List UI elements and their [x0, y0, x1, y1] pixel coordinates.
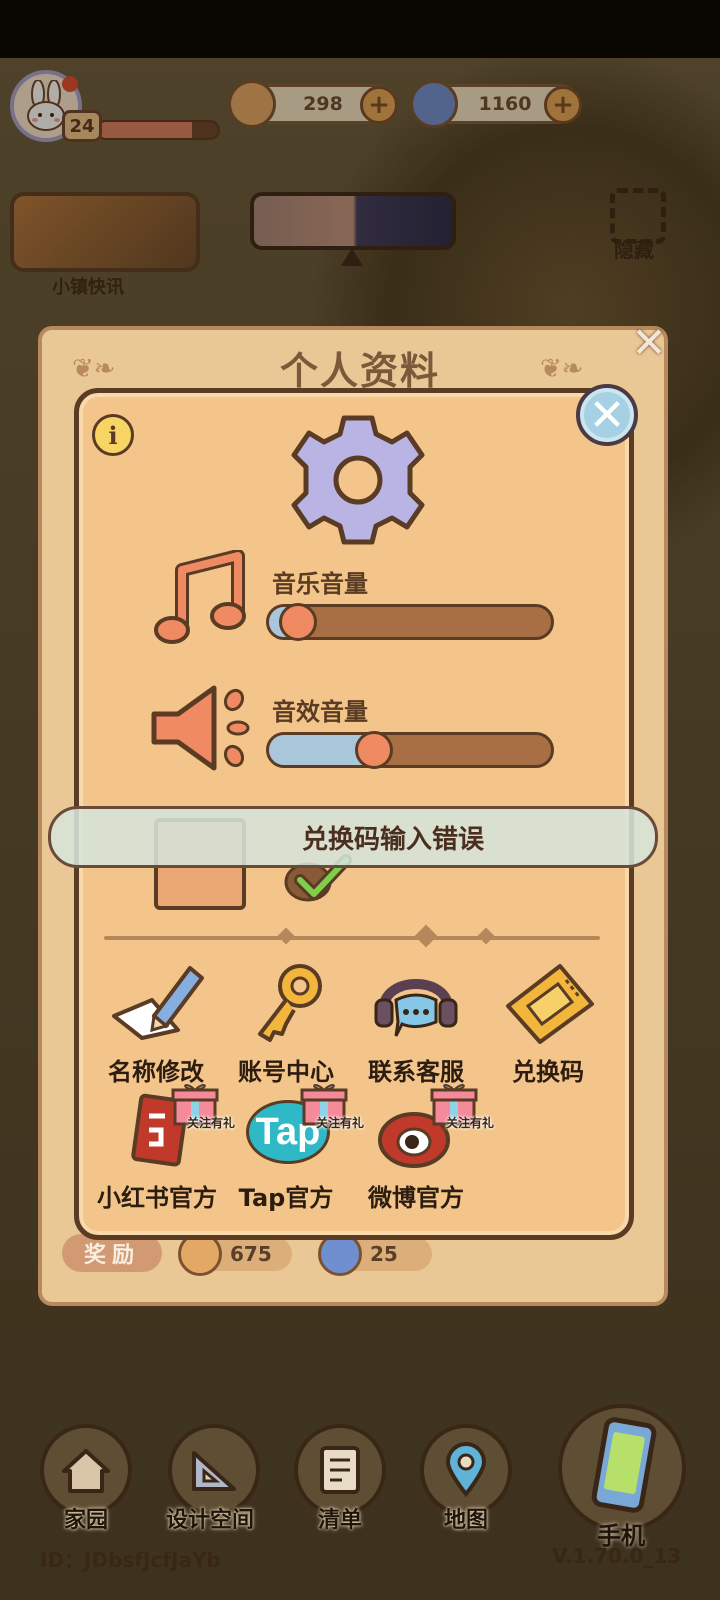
- player-id: ID：JDbsfJcfJaYb: [40, 1548, 221, 1572]
- error-toast: 兑换码输入错误: [48, 806, 658, 868]
- weibo-logo: 关注有礼: [368, 1084, 494, 1174]
- tap-logo: Tap 关注有礼: [238, 1084, 364, 1174]
- customer-service-button[interactable]: 联系客服: [356, 960, 476, 1087]
- checklist-icon: [320, 1446, 360, 1494]
- speaker-icon: [151, 685, 250, 771]
- xiaohongshu-logo: 关注有礼: [109, 1084, 235, 1174]
- profile-close-button[interactable]: ✕: [630, 322, 668, 364]
- nav-phone-button[interactable]: [558, 1404, 686, 1532]
- key-icon: [258, 964, 322, 1042]
- nav-map-label: 地图: [444, 1508, 489, 1533]
- rename-button[interactable]: 名称修改: [96, 960, 216, 1087]
- account-center-button[interactable]: 账号中心: [226, 960, 346, 1087]
- tap-label: Tap官方: [238, 1184, 334, 1212]
- music-volume-knob[interactable]: [278, 603, 317, 641]
- sfx-volume-knob[interactable]: [355, 731, 394, 769]
- version-label: V.1.70.0_13: [552, 1544, 682, 1568]
- toast-message: 兑换码输入错误: [301, 824, 484, 855]
- section-divider: [104, 936, 600, 940]
- music-note-icon: [154, 550, 246, 644]
- follow-gift-tag: 关注有礼: [445, 1116, 494, 1130]
- phone-icon: [591, 1417, 657, 1513]
- headset-icon: [374, 979, 458, 1037]
- weibo-label: 微博官方: [368, 1184, 464, 1212]
- weibo-official-button[interactable]: 关注有礼 微博官方: [356, 1084, 494, 1213]
- house-icon: [62, 1449, 110, 1493]
- nav-home-label: 家园: [64, 1508, 109, 1533]
- tap-official-button[interactable]: Tap 关注有礼 Tap官方: [226, 1084, 364, 1213]
- pencil-icon: [112, 966, 204, 1040]
- redeem-code-button[interactable]: 兑换码: [488, 960, 608, 1087]
- sfx-volume-label: 音效音量: [272, 698, 368, 726]
- sfx-volume-fill: [269, 735, 363, 765]
- info-button[interactable]: i: [92, 414, 134, 456]
- music-volume-slider[interactable]: [266, 603, 554, 641]
- sfx-volume-slider[interactable]: [266, 731, 554, 769]
- nav-list-label: 清单: [318, 1508, 363, 1533]
- map-pin-icon: [445, 1442, 487, 1498]
- xiaohongshu-label: 小红书官方: [97, 1184, 217, 1212]
- ruler-triangle-icon: [192, 1451, 236, 1491]
- gear-icon: [291, 415, 425, 545]
- ticket-icon: [506, 964, 594, 1044]
- music-volume-label: 音乐音量: [272, 570, 368, 598]
- redeem-code-label: 兑换码: [512, 1058, 584, 1086]
- xiaohongshu-official-button[interactable]: 关注有礼 小红书官方: [92, 1084, 235, 1213]
- nav-design-label: 设计空间: [166, 1508, 255, 1533]
- settings-close-button[interactable]: ✕: [576, 384, 638, 446]
